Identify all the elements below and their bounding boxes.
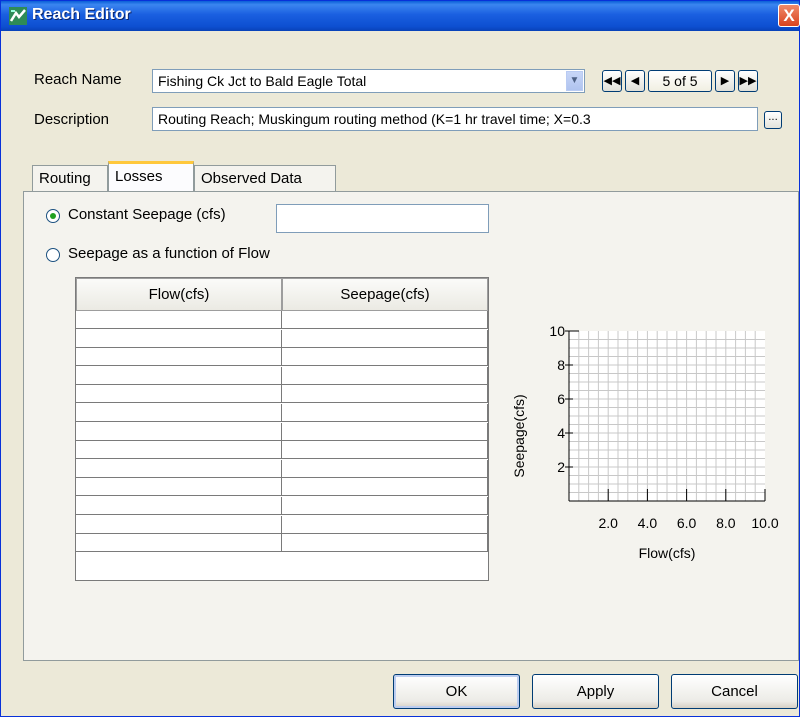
tab-losses[interactable]: Losses	[108, 161, 194, 191]
seepage-cell[interactable]	[282, 385, 488, 403]
flow-cell[interactable]	[76, 534, 282, 552]
previous-record-icon: ◀	[630, 74, 640, 87]
table-row[interactable]	[76, 459, 488, 478]
cancel-button[interactable]: Cancel	[671, 674, 798, 709]
table-row[interactable]	[76, 404, 488, 422]
constant-seepage-radio[interactable]	[46, 209, 60, 223]
description-value: Routing Reach; Muskingum routing method …	[158, 111, 591, 127]
table-row[interactable]	[76, 515, 488, 534]
x-tick-label: 4.0	[638, 515, 658, 531]
seepage-cell[interactable]	[282, 366, 488, 384]
flow-cell[interactable]	[76, 459, 282, 477]
seepage-cell[interactable]	[282, 515, 488, 533]
tab-observed-data[interactable]: Observed Data	[194, 165, 336, 191]
description-field[interactable]: Routing Reach; Muskingum routing method …	[152, 107, 758, 131]
flow-cell[interactable]	[76, 422, 282, 440]
constant-seepage-label: Constant Seepage (cfs)	[68, 206, 226, 223]
next-record-button[interactable]: ▶	[715, 70, 735, 92]
seepage-cell[interactable]	[282, 534, 488, 552]
seepage-cell[interactable]	[282, 329, 488, 347]
y-tick-label: 6	[557, 391, 565, 407]
record-counter: 5 of 5	[648, 70, 712, 92]
seepage-cell[interactable]	[282, 422, 488, 440]
first-record-icon: ◀◀	[603, 74, 621, 87]
last-record-button[interactable]: ▶▶	[738, 70, 758, 92]
close-button[interactable]: X	[778, 4, 800, 27]
seepage-cell[interactable]	[282, 497, 488, 514]
table-row[interactable]	[76, 385, 488, 404]
table-row[interactable]	[76, 366, 488, 385]
last-record-icon: ▶▶	[739, 74, 757, 87]
seepage-cell[interactable]	[282, 441, 488, 459]
previous-record-button[interactable]: ◀	[625, 70, 645, 92]
table-row[interactable]	[76, 497, 488, 515]
table-row[interactable]	[76, 311, 488, 329]
seepage-cell[interactable]	[282, 478, 488, 496]
title-bar[interactable]: Reach Editor X	[1, 1, 800, 31]
next-record-icon: ▶	[720, 74, 730, 87]
y-tick-label: 8	[557, 357, 565, 373]
table-row[interactable]	[76, 422, 488, 441]
seepage-function-radio[interactable]	[46, 248, 60, 262]
description-label: Description	[34, 111, 110, 128]
reach-name-value: Fishing Ck Jct to Bald Eagle Total	[158, 73, 367, 89]
seepage-flow-chart: 2.0 4.0 6.0 8.0 10.0 2 4 6 8 10 Flow(cfs) Seepage(c…	[511, 323, 779, 561]
x-axis-label: Flow(cfs)	[639, 545, 696, 561]
flow-cell[interactable]	[76, 441, 282, 459]
seepage-cell[interactable]	[282, 459, 488, 477]
flow-cell[interactable]	[76, 515, 282, 533]
flow-cell[interactable]	[76, 329, 282, 347]
first-record-button[interactable]: ◀◀	[602, 70, 622, 92]
x-tick-label: 2.0	[598, 515, 618, 531]
ok-button[interactable]: OK	[393, 674, 520, 709]
x-tick-label: 6.0	[677, 515, 697, 531]
y-axis-label: Seepage(cfs)	[511, 394, 527, 477]
flow-cell[interactable]	[76, 478, 282, 496]
flow-cell[interactable]	[76, 366, 282, 384]
description-browse-button[interactable]: ...	[764, 111, 782, 129]
app-icon	[9, 7, 27, 25]
y-tick-label: 10	[549, 323, 565, 339]
column-header-seepage[interactable]: Seepage(cfs)	[282, 278, 488, 311]
table-row[interactable]	[76, 329, 488, 348]
x-tick-label: 10.0	[751, 515, 778, 531]
table-row[interactable]	[76, 534, 488, 553]
flow-cell[interactable]	[76, 385, 282, 403]
seepage-table[interactable]: Flow(cfs) Seepage(cfs)	[75, 277, 489, 581]
y-tick-label: 2	[557, 459, 565, 475]
reach-name-combo[interactable]: Fishing Ck Jct to Bald Eagle Total ▼	[152, 69, 585, 93]
window-title: Reach Editor	[32, 6, 131, 23]
table-row[interactable]	[76, 441, 488, 460]
flow-cell[interactable]	[76, 404, 282, 421]
y-tick-label: 4	[557, 425, 565, 441]
column-header-flow[interactable]: Flow(cfs)	[76, 278, 282, 311]
seepage-cell[interactable]	[282, 348, 488, 366]
reach-name-label: Reach Name	[34, 71, 122, 88]
seepage-function-label: Seepage as a function of Flow	[68, 245, 270, 262]
seepage-cell[interactable]	[282, 404, 488, 421]
table-row[interactable]	[76, 478, 488, 497]
chevron-down-icon[interactable]: ▼	[566, 71, 583, 91]
close-icon: X	[783, 6, 795, 25]
table-row[interactable]	[76, 348, 488, 367]
flow-cell[interactable]	[76, 311, 282, 328]
seepage-cell[interactable]	[282, 311, 488, 328]
tab-routing[interactable]: Routing	[32, 165, 108, 191]
x-tick-label: 8.0	[716, 515, 736, 531]
flow-cell[interactable]	[76, 497, 282, 514]
constant-seepage-input[interactable]	[276, 204, 489, 233]
flow-cell[interactable]	[76, 348, 282, 366]
apply-button[interactable]: Apply	[532, 674, 659, 709]
reach-editor-window: Reach Editor X Reach Name Fishing Ck Jct…	[0, 0, 800, 717]
